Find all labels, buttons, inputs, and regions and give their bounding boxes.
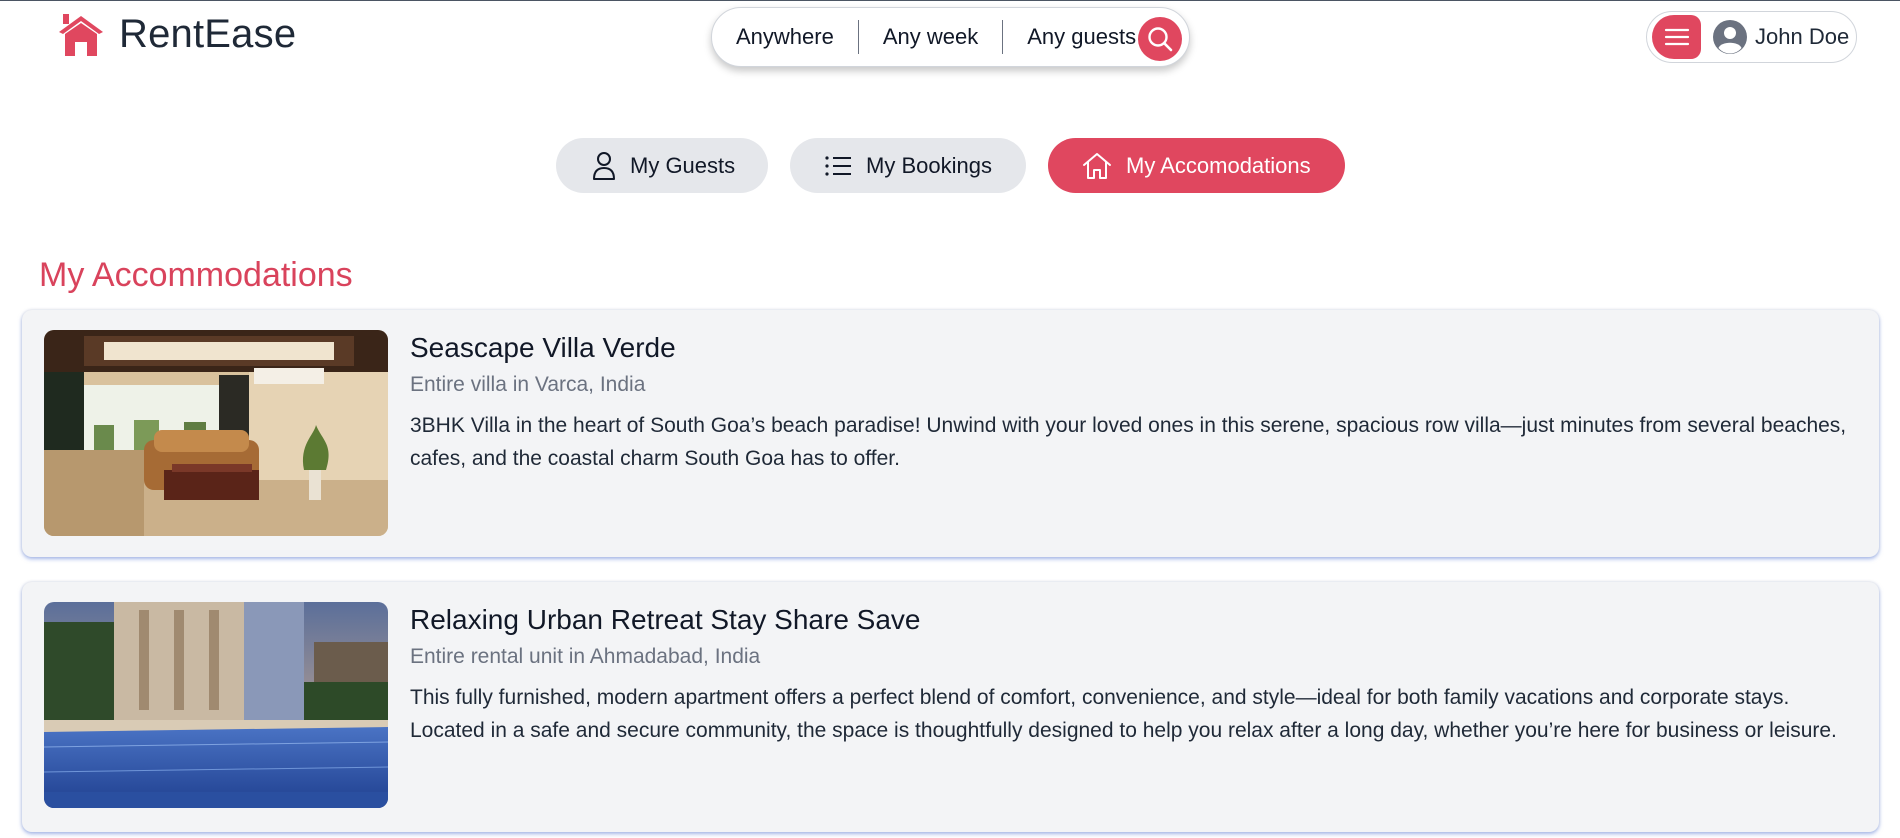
accommodation-card[interactable]: Relaxing Urban Retreat Stay Share Save E… [22,582,1879,832]
search-dates[interactable]: Any week [883,24,978,50]
accommodation-title[interactable]: Relaxing Urban Retreat Stay Share Save [410,604,921,636]
user-menu[interactable]: John Doe [1646,11,1857,63]
list-icon [825,155,851,176]
app-name: RentEase [119,11,297,56]
search-divider [857,20,859,54]
logo[interactable]: RentEase [57,9,296,59]
home-icon [1083,152,1111,179]
user-name: John Doe [1755,24,1850,49]
menu-button[interactable] [1652,15,1701,59]
house-logo-icon [59,14,103,56]
tab-my-guests[interactable]: My Guests [556,138,768,193]
search-divider [1002,20,1004,54]
search-location[interactable]: Anywhere [736,24,834,50]
tab-label: My Guests [630,152,736,178]
search-icon [1148,27,1173,52]
account-tabs: My Guests My Bookings My Accomodations [0,138,1900,194]
accommodation-card[interactable]: Seascape Villa Verde Entire villa in Var… [22,310,1879,557]
top-header: RentEase Anywhere Any week Any guests Jo… [0,1,1900,76]
search-bar[interactable]: Anywhere Any week Any guests [711,7,1190,67]
tab-label: My Bookings [866,152,992,178]
search-guests[interactable]: Any guests [1027,24,1136,50]
tab-label: My Accomodations [1126,152,1311,178]
accommodation-title[interactable]: Seascape Villa Verde [410,332,676,364]
accommodation-description: 3BHK Villa in the heart of South Goa’s b… [410,414,1847,470]
tab-my-accommodations[interactable]: My Accomodations [1048,138,1345,193]
apartment-pool-photo [44,602,388,808]
hamburger-icon [1664,28,1689,46]
page-title: My Accommodations [39,256,353,294]
accommodation-location: Entire rental unit in Ahmadabad, India [410,645,761,668]
user-icon [593,151,615,180]
accommodation-description: This fully furnished, modern apartment o… [410,686,1837,742]
accommodation-location: Entire villa in Varca, India [410,373,646,396]
avatar [1713,20,1747,54]
search-button[interactable] [1138,17,1182,61]
villa-living-room-photo [44,330,388,536]
tab-my-bookings[interactable]: My Bookings [790,138,1026,193]
